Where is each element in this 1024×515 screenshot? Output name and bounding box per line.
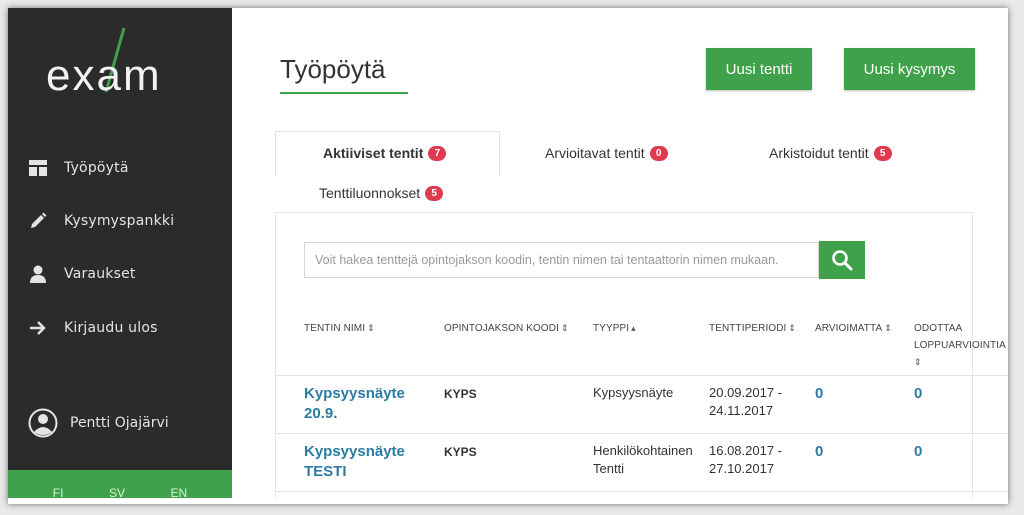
column-header-awaiting-final[interactable]: ODOTTAA LOPPUARVIOINTIA ⇕ (914, 320, 1008, 371)
column-header-exam-name[interactable]: TENTIN NIMI ⇕ (304, 320, 375, 337)
tab-label: Arkistoidut tentit (769, 145, 869, 161)
column-header-type[interactable]: TYYPPI ▴ (593, 320, 636, 337)
exam-logo[interactable]: exam (46, 22, 196, 102)
exam-name-link[interactable]: Kypsyysnäyte 20.9. (304, 384, 405, 424)
exam-type: Henkilökohtainen Tentti (593, 443, 693, 476)
title-underline (280, 92, 408, 94)
course-code: KYPS (444, 445, 477, 459)
tab-drafts[interactable]: Tenttiluonnokset 5 (319, 185, 444, 201)
tab-label: Arvioitavat tentit (545, 145, 645, 161)
language-en[interactable]: EN (171, 486, 188, 500)
exam-period: 20.09.2017 - 24.11.2017 (709, 385, 783, 418)
sort-icon: ⇕ (367, 323, 375, 333)
sidebar-item-label: Kirjaudu ulos (64, 320, 158, 336)
search-input[interactable] (304, 242, 819, 278)
search-icon (832, 250, 853, 271)
tab-archived-exams[interactable]: Arkistoidut tentit 5 (769, 145, 892, 161)
dashboard-icon (28, 158, 48, 178)
svg-text:exam: exam (46, 51, 162, 100)
exam-type: Kypsyysnäyte (593, 385, 674, 400)
count-badge: 5 (873, 145, 892, 161)
sort-icon: ⇕ (884, 323, 892, 333)
exam-period: 16.08.2017 - 27.10.2017 (709, 443, 783, 476)
tab-exams-to-assess[interactable]: Arvioitavat tentit 0 (545, 145, 668, 161)
sort-icon: ⇕ (560, 323, 569, 333)
sidebar-item-reservations[interactable]: Varaukset (28, 264, 136, 284)
language-sv[interactable]: SV (109, 486, 125, 500)
awaiting-final-count[interactable]: 0 (914, 443, 922, 461)
pencil-icon (28, 211, 48, 231)
sort-icon: ⇕ (914, 357, 922, 367)
new-question-button[interactable]: Uusi kysymys (844, 48, 975, 90)
sidebar-item-dashboard[interactable]: Työpöytä (28, 158, 129, 178)
column-header-unassessed[interactable]: ARVIOIMATTA ⇕ (815, 320, 892, 337)
sidebar: exam Työpöytä Kysymyspankki Varaukset Ki… (8, 8, 232, 500)
unassessed-count[interactable]: 0 (815, 443, 823, 461)
row-divider (276, 375, 1008, 376)
tab-active-exams[interactable]: Aktiiviset tentit 7 (323, 145, 447, 161)
tab-label: Tenttiluonnokset (319, 185, 421, 201)
sidebar-item-label: Varaukset (64, 266, 136, 282)
user-profile[interactable]: Pentti Ojajärvi (28, 408, 169, 438)
sort-asc-icon: ▴ (631, 323, 636, 333)
course-code: KYPS (444, 387, 477, 401)
unassessed-count[interactable]: 0 (815, 385, 823, 403)
exam-name-link[interactable]: Kypsyysnäyte TESTI (304, 442, 405, 482)
count-badge: 7 (428, 145, 447, 161)
sidebar-item-logout[interactable]: Kirjaudu ulos (28, 318, 158, 338)
awaiting-final-count[interactable]: 0 (914, 385, 922, 403)
sidebar-item-label: Työpöytä (64, 160, 129, 176)
column-header-course-code[interactable]: OPINTOJAKSON KOODI ⇕ (444, 320, 569, 337)
page-title: Työpöytä (280, 54, 386, 84)
user-name: Pentti Ojajärvi (70, 415, 169, 431)
sidebar-item-label: Kysymyspankki (64, 213, 175, 229)
tab-label: Aktiiviset tentit (323, 145, 424, 161)
count-badge: 0 (649, 145, 668, 161)
user-icon (28, 264, 48, 284)
row-divider (276, 433, 1008, 434)
user-avatar-icon (28, 408, 58, 438)
arrow-right-icon (28, 318, 48, 338)
sort-icon: ⇕ (788, 323, 797, 333)
count-badge: 5 (425, 185, 444, 201)
row-divider (276, 491, 1008, 492)
search-button[interactable] (819, 241, 865, 279)
language-bar: FI SV EN (8, 470, 232, 500)
column-header-exam-period[interactable]: TENTTIPERIODI ⇕ (709, 320, 796, 337)
language-fi[interactable]: FI (53, 486, 64, 500)
new-exam-button[interactable]: Uusi tentti (706, 48, 812, 90)
sidebar-item-question-bank[interactable]: Kysymyspankki (28, 211, 174, 231)
